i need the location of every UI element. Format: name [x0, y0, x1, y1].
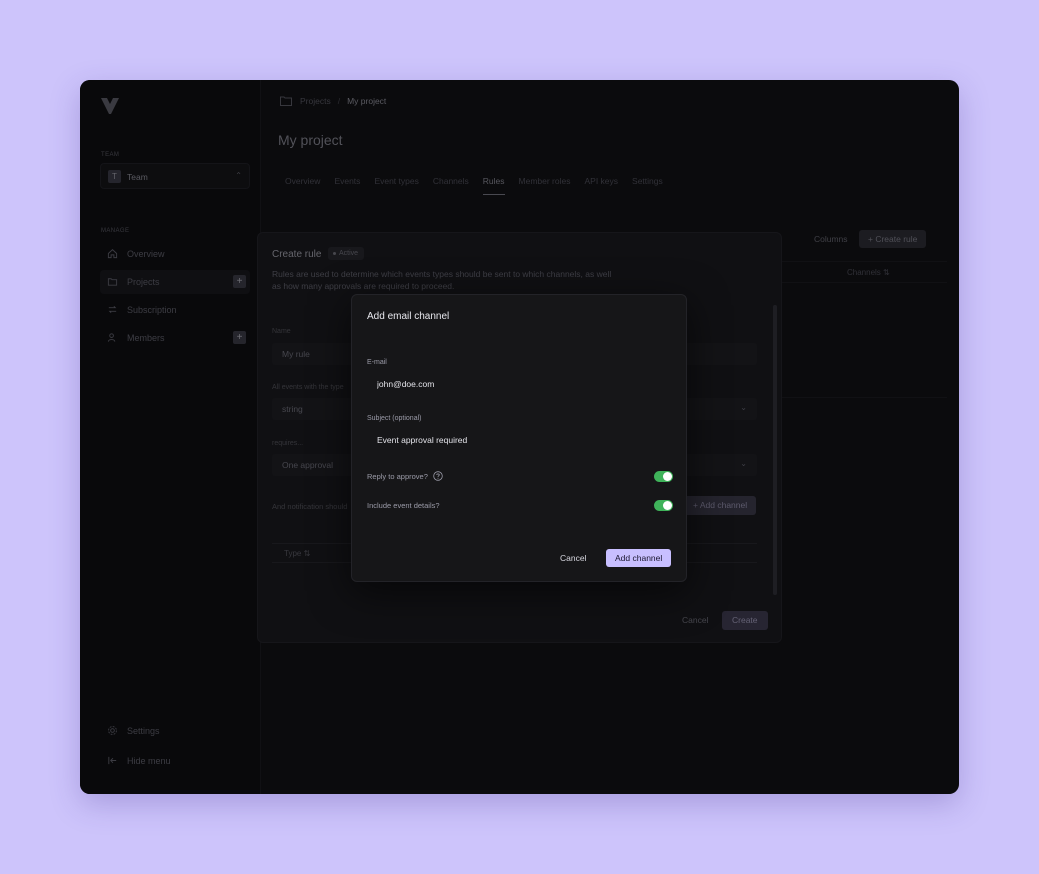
email-label: E-mail — [367, 359, 387, 366]
include-event-details-label: Include event details? — [367, 501, 440, 510]
subject-field[interactable] — [367, 429, 673, 451]
cancel-button[interactable]: Cancel — [556, 549, 590, 567]
reply-to-approve-toggle[interactable] — [654, 471, 673, 482]
email-field[interactable] — [367, 373, 673, 395]
toggle-knob — [663, 472, 672, 481]
help-icon[interactable] — [433, 471, 443, 481]
modal-title: Add email channel — [367, 311, 450, 322]
reply-to-approve-row: Reply to approve? — [367, 471, 443, 481]
add-channel-submit-button[interactable]: Add channel — [606, 549, 672, 567]
include-event-details-toggle[interactable] — [654, 500, 673, 511]
app-window: TEAM T Team ⌃ MANAGE Overview Projects +… — [80, 80, 959, 794]
reply-to-approve-label: Reply to approve? — [367, 471, 428, 481]
add-email-channel-modal: Add email channel E-mail Subject (option… — [351, 294, 687, 582]
subject-label: Subject (optional) — [367, 415, 422, 422]
toggle-knob — [663, 501, 672, 510]
